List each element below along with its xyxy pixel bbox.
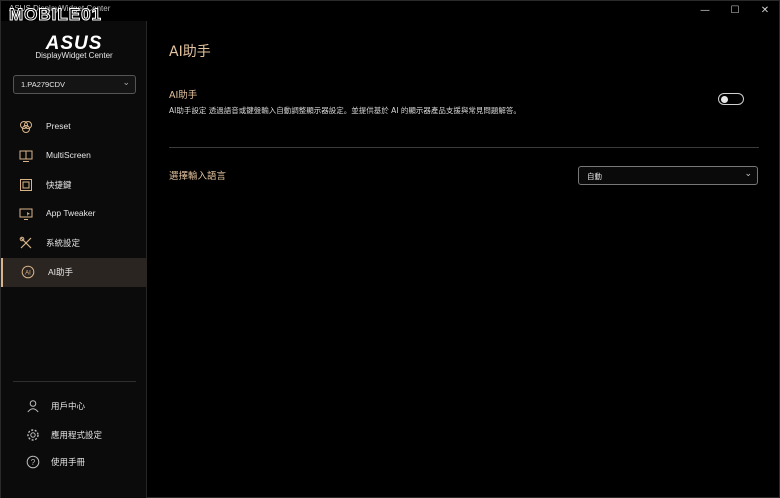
ai-icon: AI xyxy=(21,265,35,279)
svg-text:AI: AI xyxy=(25,270,31,276)
sidebar: ASUS DisplayWidget Center 1.PA279CDV ⌄ P… xyxy=(1,21,147,498)
footer-label: 應用程式設定 xyxy=(51,430,103,440)
svg-text:?: ? xyxy=(31,458,36,467)
sidebar-footer-user-manual[interactable]: ? 使用手冊 xyxy=(1,450,147,474)
brand-subtitle: DisplayWidget Center xyxy=(35,51,113,60)
sidebar-item-system-settings[interactable]: 系統設定 xyxy=(1,229,147,258)
sidebar-item-label: 系統設定 xyxy=(46,238,81,248)
sidebar-item-app-tweaker[interactable]: App Tweaker xyxy=(1,200,147,229)
app-window: ASUS DisplayWidget Center MOBILE01 — ☐ ✕… xyxy=(0,0,780,498)
sidebar-item-hotkey[interactable]: 快捷鍵 xyxy=(1,171,147,200)
preset-icon xyxy=(20,121,32,133)
multiscreen-icon xyxy=(19,150,33,162)
sidebar-divider xyxy=(13,381,136,382)
language-select[interactable]: 自動 ⌄ xyxy=(578,166,758,185)
footer-label: 用戶中心 xyxy=(51,401,86,411)
sidebar-item-multiscreen[interactable]: MultiScreen xyxy=(1,142,147,171)
close-button[interactable]: ✕ xyxy=(753,3,777,19)
ai-section-description: AI助手設定 透過語音或鍵盤輸入自動調整顯示器設定。並提供基於 AI 的顯示器產… xyxy=(169,106,521,115)
app-tweaker-icon xyxy=(19,208,33,220)
monitor-select-value: 1.PA279CDV xyxy=(21,80,66,89)
footer-label: 使用手冊 xyxy=(51,457,86,467)
sidebar-footer-user-center[interactable]: 用戶中心 xyxy=(1,394,147,418)
sidebar-item-label: MultiScreen xyxy=(46,150,91,160)
ai-assistant-toggle[interactable] xyxy=(718,93,744,105)
sidebar-footer-app-settings[interactable]: 應用程式設定 xyxy=(1,423,147,447)
chevron-down-icon: ⌄ xyxy=(744,169,752,179)
main-content: AI助手 AI助手 AI助手設定 透過語音或鍵盤輸入自動調整顯示器設定。並提供基… xyxy=(148,21,780,498)
monitor-select[interactable]: 1.PA279CDV ⌄ xyxy=(13,75,136,94)
gear-icon xyxy=(27,429,39,441)
user-icon xyxy=(27,400,39,413)
sidebar-item-label: App Tweaker xyxy=(46,208,96,218)
sidebar-item-label: Preset xyxy=(46,121,71,131)
tools-icon xyxy=(19,236,32,249)
sidebar-item-ai-assistant[interactable]: AI AI助手 xyxy=(1,258,147,287)
maximize-button[interactable]: ☐ xyxy=(723,3,747,19)
toggle-knob xyxy=(721,95,728,103)
section-divider xyxy=(169,147,759,148)
ai-section-title: AI助手 xyxy=(169,90,198,101)
help-icon: ? xyxy=(26,455,40,469)
sidebar-item-label: 快捷鍵 xyxy=(46,180,72,190)
page-title: AI助手 xyxy=(169,44,211,60)
language-select-value: 自動 xyxy=(587,172,602,181)
sidebar-item-preset[interactable]: Preset xyxy=(1,113,147,142)
hotkey-icon xyxy=(20,179,32,191)
sidebar-item-label: AI助手 xyxy=(48,267,74,277)
chevron-down-icon: ⌄ xyxy=(122,78,130,88)
language-label: 選擇輸入語言 xyxy=(169,171,227,182)
minimize-button[interactable]: — xyxy=(693,3,717,19)
title-bar: ASUS DisplayWidget Center MOBILE01 — ☐ ✕ xyxy=(1,1,780,25)
